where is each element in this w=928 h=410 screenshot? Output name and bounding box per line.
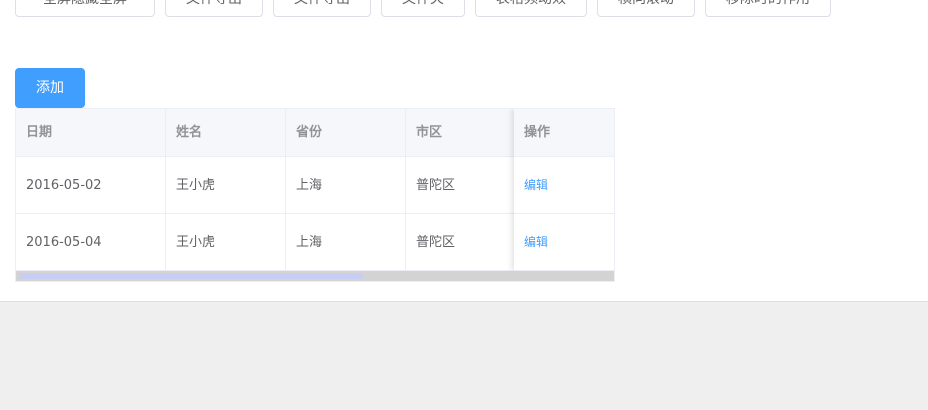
column-header-district[interactable]: 市区 bbox=[406, 109, 516, 157]
folder-button[interactable]: 文件夹 bbox=[381, 0, 465, 17]
scrollbar-thumb[interactable] bbox=[19, 273, 363, 279]
horizontal-scrollbar[interactable] bbox=[16, 271, 614, 281]
action-cell: 编辑 bbox=[514, 214, 614, 271]
cell-name: 王小虎 bbox=[166, 214, 286, 271]
action-cell: 编辑 bbox=[514, 157, 614, 214]
cell-district: 普陀区 bbox=[406, 214, 516, 271]
column-header-province[interactable]: 省份 bbox=[286, 109, 406, 157]
cell-district: 普陀区 bbox=[406, 157, 516, 214]
fixed-action-column: 操作 编辑 编辑 bbox=[514, 109, 614, 271]
cell-province: 上海 bbox=[286, 214, 406, 271]
edit-link[interactable]: 编辑 bbox=[524, 178, 548, 192]
cell-date: 2016-05-04 bbox=[16, 214, 166, 271]
column-header-date[interactable]: 日期 bbox=[16, 109, 166, 157]
cell-date: 2016-05-02 bbox=[16, 157, 166, 214]
add-button[interactable]: 添加 bbox=[15, 68, 85, 108]
cell-name: 王小虎 bbox=[166, 157, 286, 214]
column-header-name[interactable]: 姓名 bbox=[166, 109, 286, 157]
data-table: 日期 姓名 省份 市区 2016-05-02 王小虎 上海 普陀区 2016-0… bbox=[15, 108, 615, 282]
cell-province: 上海 bbox=[286, 157, 406, 214]
table-animation-button[interactable]: 表格频动效 bbox=[475, 0, 587, 17]
edit-link[interactable]: 编辑 bbox=[524, 235, 548, 249]
remove-effect-button[interactable]: 移除时的作用 bbox=[705, 0, 831, 17]
main-panel: 全屏隐藏全屏 文件导出 文件导出 文件夹 表格频动效 横向滚动 移除时的作用 添… bbox=[0, 0, 928, 302]
footer-area bbox=[0, 302, 928, 410]
export-button-2[interactable]: 文件导出 bbox=[273, 0, 371, 17]
export-button[interactable]: 文件导出 bbox=[165, 0, 263, 17]
column-header-action[interactable]: 操作 bbox=[514, 109, 614, 157]
horizontal-scroll-button[interactable]: 横向滚动 bbox=[597, 0, 695, 17]
fullscreen-button[interactable]: 全屏隐藏全屏 bbox=[15, 0, 155, 17]
